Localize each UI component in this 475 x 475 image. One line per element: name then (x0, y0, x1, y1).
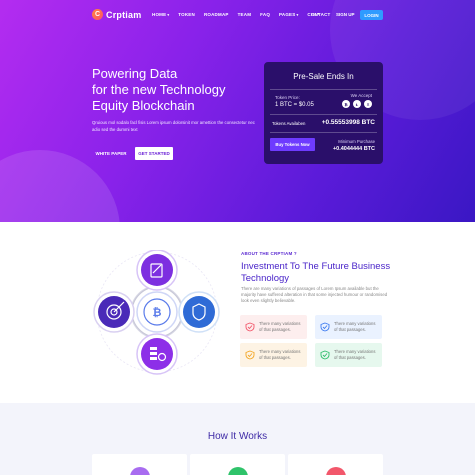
shield-check-icon (320, 322, 330, 332)
logo[interactable]: C Crptiam (92, 9, 141, 20)
logo-text: Crptiam (106, 9, 142, 20)
nav-item-faq[interactable]: FAQ (260, 12, 270, 17)
nav-item-pages[interactable]: PAGES ▾ (279, 12, 298, 17)
svg-text:₿: ₿ (153, 307, 162, 319)
about-title: Investment To The Future Business Techno… (241, 261, 391, 284)
minimum-purchase-label: Minimum Purchase (338, 139, 375, 144)
step-card (92, 454, 187, 475)
presale-title: Pre-Sale Ends In (293, 72, 354, 81)
nav-item-team[interactable]: TEAM (238, 12, 252, 17)
tokens-available-value: +0.55553998 BTC (321, 119, 375, 126)
signup-link[interactable]: SIGN UP (336, 12, 355, 17)
accepted-coins: ₿ Ł Ξ (342, 100, 372, 108)
chevron-down-icon: ▾ (317, 12, 320, 16)
divider (270, 132, 377, 133)
right-node (178, 291, 220, 333)
nav-item-home[interactable]: HOME ▾ (152, 12, 169, 17)
about-kicker: ABOUT THE CRPTIAM ? (241, 251, 297, 256)
chevron-down-icon: ▾ (296, 12, 299, 17)
center-node: ₿ (136, 291, 178, 333)
buy-tokens-button[interactable]: Buy Tokens Now (270, 138, 315, 151)
nav-item-label: PAGES (279, 12, 296, 17)
shield-check-icon (245, 322, 255, 332)
white-paper-button[interactable]: WHITE PAPER (92, 147, 130, 160)
step-icon (326, 467, 346, 475)
we-accept-label: We Accept (350, 93, 372, 98)
left-node (93, 291, 135, 333)
login-button[interactable]: LOGIN (360, 10, 383, 20)
step-icon (130, 467, 150, 475)
hero-section: C Crptiam HOME ▾ TOKEN ROADMAP TEAM FAQ P… (0, 0, 475, 222)
step-icon (228, 467, 248, 475)
feature-card: There many variations of that passages. (315, 343, 382, 367)
token-price-value: 1 BTC = $0.05 (275, 102, 314, 108)
litecoin-icon: Ł (353, 100, 361, 108)
about-illustration: ₿ (93, 250, 220, 375)
nav-item-label: FAQ (260, 12, 271, 17)
nav-item-label: TEAM (237, 12, 252, 17)
divider (270, 89, 377, 90)
divider (270, 114, 377, 115)
top-node (136, 250, 178, 291)
feature-card: There many variations of that passages. (240, 315, 307, 339)
nav-item-label: TOKEN (178, 12, 195, 17)
hero-title: Powering Data for the new Technology Equ… (92, 66, 252, 114)
how-it-works-title: How It Works (207, 431, 268, 442)
logo-icon: C (92, 9, 103, 20)
ethereum-icon: Ξ (364, 100, 372, 108)
minimum-purchase-value: +0.4044444 BTC (332, 146, 375, 152)
language-select[interactable]: En ▾ (311, 12, 319, 17)
feature-text: There many variations of that passages. (334, 349, 376, 360)
hero-decoration (0, 150, 120, 222)
hero-title-line: Equity Blockchain (92, 98, 195, 113)
language-label: En (311, 12, 317, 17)
hero-description: Qruious mol sodalo facl fisis Lorem ipsu… (92, 120, 255, 132)
shield-check-icon (320, 350, 330, 360)
feature-card: There many variations of that passages. (315, 315, 382, 339)
tokens-available-label: Tokens Availaben (272, 121, 306, 126)
about-description: There are many variations of passages of… (241, 286, 388, 304)
presale-card: Pre-Sale Ends In Token Price: 1 BTC = $0… (264, 62, 383, 164)
nav-item-label: ROADMAP (203, 12, 229, 17)
feature-text: There many variations of that passages. (334, 321, 376, 332)
feature-text: There many variations of that passages. (259, 321, 301, 332)
hero-title-line: for the new Technology (92, 82, 226, 97)
feature-text: There many variations of that passages. (259, 349, 301, 360)
nav-item-token[interactable]: TOKEN (178, 12, 195, 17)
token-price-label: Token Price: (275, 95, 300, 100)
bottom-node (136, 333, 178, 375)
chevron-down-icon: ▾ (167, 12, 170, 17)
step-card (288, 454, 383, 475)
shield-check-icon (245, 350, 255, 360)
step-card (190, 454, 285, 475)
feature-card: There many variations of that passages. (240, 343, 307, 367)
hero-title-line: Powering Data (92, 66, 178, 81)
nav-item-label: HOME (152, 12, 167, 17)
top-nav: C Crptiam HOME ▾ TOKEN ROADMAP TEAM FAQ P… (0, 0, 475, 30)
nav-item-roadmap[interactable]: ROADMAP (204, 12, 229, 17)
bitcoin-icon: ₿ (342, 100, 350, 108)
main-menu: HOME ▾ TOKEN ROADMAP TEAM FAQ PAGES ▾ CONT… (152, 12, 331, 17)
get-started-button[interactable]: GET STARTED (135, 147, 173, 160)
